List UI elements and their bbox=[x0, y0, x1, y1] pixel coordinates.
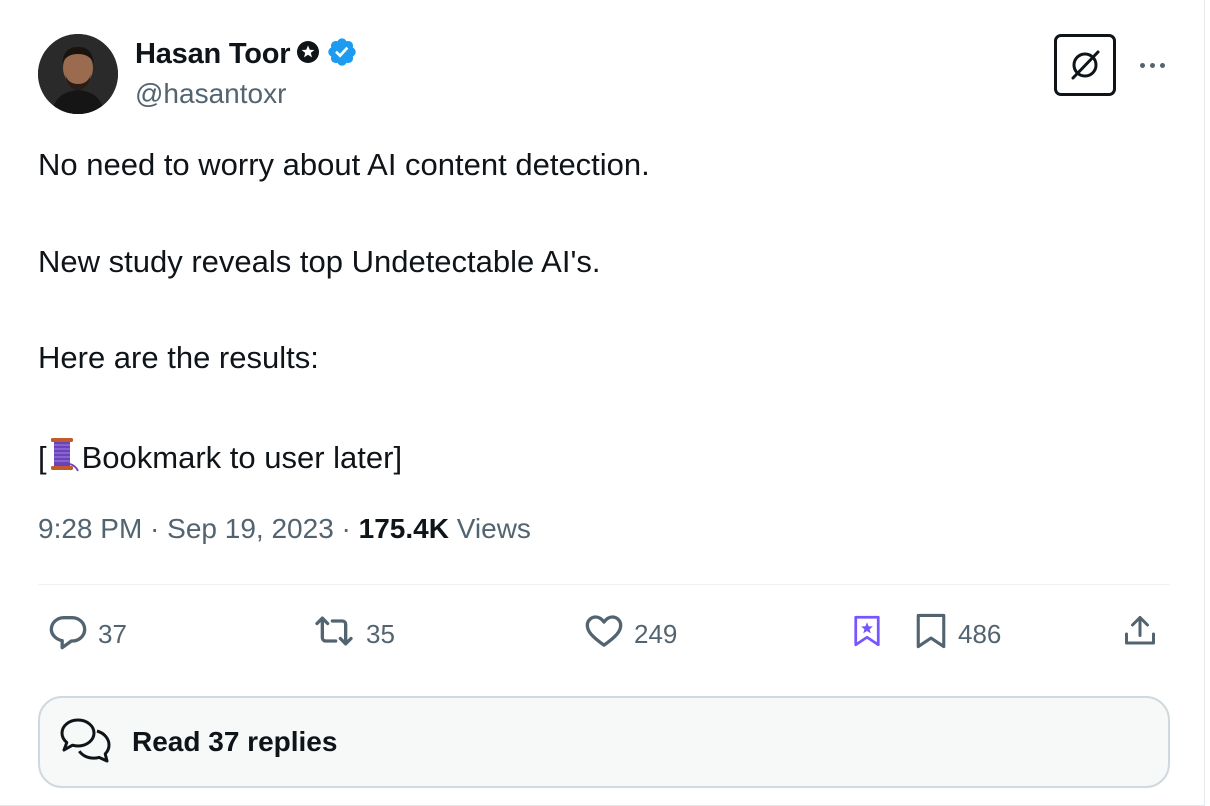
share-icon bbox=[1122, 611, 1158, 658]
retweet-icon bbox=[312, 611, 356, 658]
author-name-row: Hasan Toor bbox=[135, 36, 358, 73]
grok-bookmark-button[interactable] bbox=[852, 612, 882, 656]
tweet-date[interactable]: Sep 19, 2023 bbox=[167, 513, 334, 544]
dot bbox=[1159, 62, 1165, 68]
bookmark-note: Bookmark to user later] bbox=[81, 440, 403, 475]
bracket-open: [ bbox=[38, 440, 47, 475]
more-dots-icon[interactable] bbox=[1132, 50, 1172, 80]
retweet-count: 35 bbox=[366, 618, 395, 649]
author-handle[interactable]: @hasantoxr bbox=[135, 78, 286, 110]
dot bbox=[1139, 62, 1145, 68]
heart-icon bbox=[584, 611, 624, 658]
gear-badge-icon[interactable] bbox=[296, 40, 320, 69]
grok-logo-icon[interactable] bbox=[1054, 34, 1116, 96]
tweet-line-3: Here are the results: bbox=[38, 340, 319, 375]
display-name[interactable]: Hasan Toor bbox=[135, 38, 291, 71]
views-count: 175.4K bbox=[358, 513, 449, 544]
dot bbox=[1149, 62, 1155, 68]
tweet-card: Hasan Toor @hasantoxr No need to worry a… bbox=[0, 0, 1205, 806]
reply-count: 37 bbox=[98, 618, 127, 649]
reply-bubble-icon bbox=[48, 611, 88, 658]
verified-badge-icon[interactable] bbox=[326, 36, 358, 73]
conversation-bubbles-icon bbox=[60, 715, 112, 770]
tweet-time[interactable]: 9:28 PM bbox=[38, 513, 142, 544]
like-button[interactable]: 249 bbox=[584, 612, 677, 656]
views-label: Views bbox=[456, 513, 531, 544]
divider bbox=[38, 584, 1170, 585]
read-replies-label: Read 37 replies bbox=[132, 726, 338, 757]
tweet-meta: 9:28 PM · Sep 19, 2023 · 175.4K Views bbox=[38, 513, 531, 545]
bookmark-count: 486 bbox=[958, 618, 1002, 649]
bookmark-icon bbox=[914, 611, 948, 658]
share-button[interactable] bbox=[1122, 612, 1158, 656]
tweet-line-4: [ Bookmark to user later] bbox=[38, 436, 402, 480]
reply-button[interactable]: 37 bbox=[48, 612, 127, 656]
read-replies-button[interactable]: Read 37 replies bbox=[38, 696, 1170, 788]
grok-bookmark-icon bbox=[852, 613, 882, 656]
tweet-line-1: No need to worry about AI content detect… bbox=[38, 147, 650, 182]
like-count: 249 bbox=[634, 618, 678, 649]
tweet-line-2: New study reveals top Undetectable AI's. bbox=[38, 244, 601, 279]
meta-separator: · bbox=[333, 513, 359, 544]
retweet-button[interactable]: 35 bbox=[312, 612, 395, 656]
thread-spool-icon bbox=[48, 436, 80, 480]
bookmark-button[interactable]: 486 bbox=[914, 612, 1001, 656]
avatar[interactable] bbox=[38, 34, 118, 114]
meta-separator: · bbox=[142, 513, 168, 544]
